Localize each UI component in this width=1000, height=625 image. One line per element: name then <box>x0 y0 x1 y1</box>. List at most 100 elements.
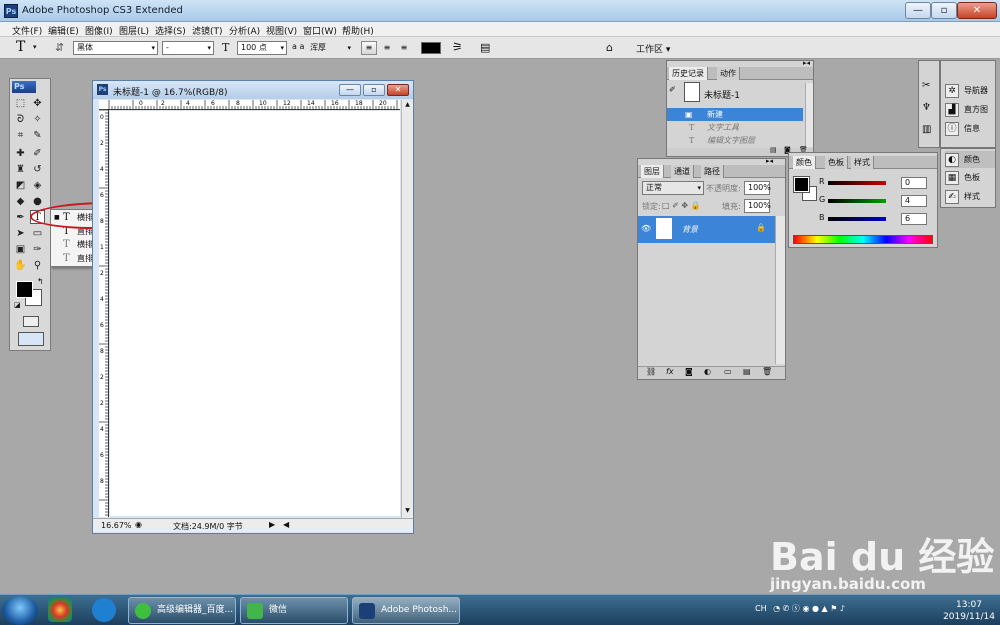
document-title-bar[interactable]: Ps 未标题-1 @ 16.7%(RGB/8) — ▫ ✕ <box>93 81 413 99</box>
dock-histogram[interactable]: ▟ 直方图 <box>945 101 988 118</box>
close-button[interactable]: ✕ <box>957 2 997 19</box>
menu-help[interactable]: 帮助(H) <box>342 24 374 37</box>
dodge-tool-icon[interactable]: ● <box>30 195 45 209</box>
brush-dock-icon[interactable]: ♆ <box>922 102 931 113</box>
character-panel-icon[interactable]: ▤ <box>480 41 490 54</box>
taskbar-photoshop-button[interactable]: Adobe Photosh... <box>352 597 460 624</box>
panel-collapse-icon[interactable]: ▸◂ <box>803 59 810 67</box>
dock-swatches[interactable]: ▦ 色板 <box>945 169 980 186</box>
font-size-input[interactable]: 100 点 ▾ <box>237 41 287 55</box>
sogou-icon[interactable] <box>92 598 116 622</box>
menu-edit[interactable]: 编辑(E) <box>48 24 79 37</box>
blur-tool-icon[interactable]: ◆ <box>13 195 28 209</box>
blue-slider[interactable] <box>828 217 886 221</box>
history-brush-icon[interactable]: ↺ <box>30 163 45 177</box>
pen-tool-icon[interactable]: ✒ <box>13 211 28 225</box>
lock-icons[interactable]: □ ✐ ✥ 🔒 <box>662 201 701 210</box>
eyedropper-icon[interactable]: ✑ <box>30 243 45 257</box>
scroll-down-icon[interactable]: ▼ <box>403 507 412 516</box>
taskbar-wechat-button[interactable]: 微信 <box>240 597 348 624</box>
green-value-input[interactable]: 4 <box>901 195 927 207</box>
doc-close-button[interactable]: ✕ <box>387 84 409 96</box>
new-group-icon[interactable]: ▭ <box>724 367 732 376</box>
swap-colors-icon[interactable]: ↰ <box>37 277 44 286</box>
layers-scrollbar[interactable] <box>775 216 785 364</box>
eraser-tool-icon[interactable]: ◩ <box>13 179 28 193</box>
tab-color[interactable]: 颜色 <box>793 156 816 169</box>
blue-value-input[interactable]: 6 <box>901 213 927 225</box>
foreground-color-swatch[interactable] <box>16 281 33 298</box>
tab-actions[interactable]: 动作 <box>717 67 740 80</box>
menu-filter[interactable]: 滤镜(T) <box>192 24 223 37</box>
move-tool-icon[interactable]: ✥ <box>30 97 45 111</box>
menu-analysis[interactable]: 分析(A) <box>229 24 260 37</box>
taskbar-clock[interactable]: 13:07 2019/11/14 <box>940 599 998 623</box>
color-spectrum-bar[interactable] <box>793 235 933 244</box>
red-slider[interactable] <box>828 181 886 185</box>
new-layer-icon[interactable]: ▤ <box>743 367 751 376</box>
history-item-edit-text[interactable]: T 编辑文字图层 <box>667 134 803 147</box>
trash-icon[interactable]: 🗑 <box>762 367 772 376</box>
align-center-button[interactable]: ≡ <box>379 41 395 55</box>
layer-row-background[interactable]: 👁 背景 🔒 <box>638 216 785 243</box>
green-slider[interactable] <box>828 199 886 203</box>
shape-tool-icon[interactable]: ▭ <box>30 227 45 241</box>
fill-input[interactable]: 100% <box>744 199 771 213</box>
workspace-button[interactable]: 工作区 ▾ <box>636 42 670 55</box>
doc-maximize-button[interactable]: ▫ <box>363 84 385 96</box>
crop-tool-icon[interactable]: ⌗ <box>13 129 28 143</box>
maximize-button[interactable]: ▫ <box>931 2 957 19</box>
quick-mask-icon[interactable] <box>23 316 39 327</box>
magic-wand-icon[interactable]: ✧ <box>30 113 45 127</box>
dock-styles[interactable]: ✍ 样式 <box>945 188 980 205</box>
dock-icon[interactable]: ⌂ <box>606 41 613 54</box>
zoom-tool-icon[interactable]: ⚲ <box>30 259 45 273</box>
layer-style-icon[interactable]: fx <box>666 367 674 376</box>
panel-collapse-icon[interactable]: ▸◂ <box>766 157 773 165</box>
menu-image[interactable]: 图像(I) <box>85 24 113 37</box>
start-button-icon[interactable] <box>2 596 38 625</box>
tab-paths[interactable]: 路径 <box>701 165 724 178</box>
menu-layer[interactable]: 图层(L) <box>119 24 149 37</box>
history-brush-source-icon[interactable]: ✐ <box>669 85 681 97</box>
scroll-up-icon[interactable]: ▲ <box>403 101 412 110</box>
opacity-input[interactable]: 100% <box>744 181 771 195</box>
tray-icons[interactable]: ◔ ✆ ⓢ ◉ ● ▲ ⚑ ♪ <box>773 604 845 613</box>
adjustment-layer-icon[interactable]: ◐ <box>704 367 711 376</box>
align-left-button[interactable]: ≡ <box>361 41 377 55</box>
text-color-swatch[interactable] <box>421 42 441 54</box>
font-style-select[interactable]: - ▾ <box>162 41 214 55</box>
clone-stamp-icon[interactable]: ♜ <box>13 163 28 177</box>
zoom-level[interactable]: 16.67% <box>101 521 132 530</box>
snapshot-name[interactable]: 未标题-1 <box>704 88 740 101</box>
tab-styles[interactable]: 样式 <box>851 156 874 169</box>
doc-minimize-button[interactable]: — <box>339 84 361 96</box>
minimize-button[interactable]: — <box>905 2 931 19</box>
hand-tool-icon[interactable]: ✋ <box>13 259 28 273</box>
font-family-select[interactable]: 黑体 ▾ <box>73 41 158 55</box>
preset-dropdown-icon[interactable]: ▾ <box>33 43 37 51</box>
eye-icon[interactable]: 👁 <box>641 224 651 233</box>
tab-layers[interactable]: 图层 <box>641 165 664 178</box>
path-selection-icon[interactable]: ➤ <box>13 227 28 241</box>
status-arrow-icon[interactable]: ▶ <box>269 520 275 529</box>
warp-text-icon[interactable]: ⚞ <box>452 40 463 54</box>
tab-swatches[interactable]: 色板 <box>825 156 848 169</box>
language-indicator[interactable]: CH <box>755 604 767 613</box>
menu-select[interactable]: 选择(S) <box>155 24 186 37</box>
menu-file[interactable]: 文件(F) <box>12 24 42 37</box>
document-canvas[interactable] <box>110 111 400 516</box>
default-colors-icon[interactable]: ◪ <box>14 301 21 309</box>
screen-mode-icon[interactable] <box>18 332 44 346</box>
status-menu-icon[interactable]: ◉ <box>135 520 142 529</box>
hscroll-left-icon[interactable]: ◀ <box>283 520 289 529</box>
dock-info[interactable]: ⓘ 信息 <box>945 120 980 137</box>
layer-mask-icon[interactable]: ◙ <box>685 367 693 376</box>
antialias-select[interactable]: 浑厚 ▾ <box>306 41 354 55</box>
history-item-new[interactable]: ▣ 新建 <box>667 108 803 121</box>
vertical-scrollbar[interactable]: ▲ ▼ <box>401 100 413 518</box>
tools-dock-icon[interactable]: ✂ <box>922 80 930 91</box>
history-scrollbar[interactable] <box>805 83 813 147</box>
taskbar-browser-button[interactable]: 高级编辑器_百度... <box>128 597 236 624</box>
color-fg-swatch[interactable] <box>793 176 810 193</box>
